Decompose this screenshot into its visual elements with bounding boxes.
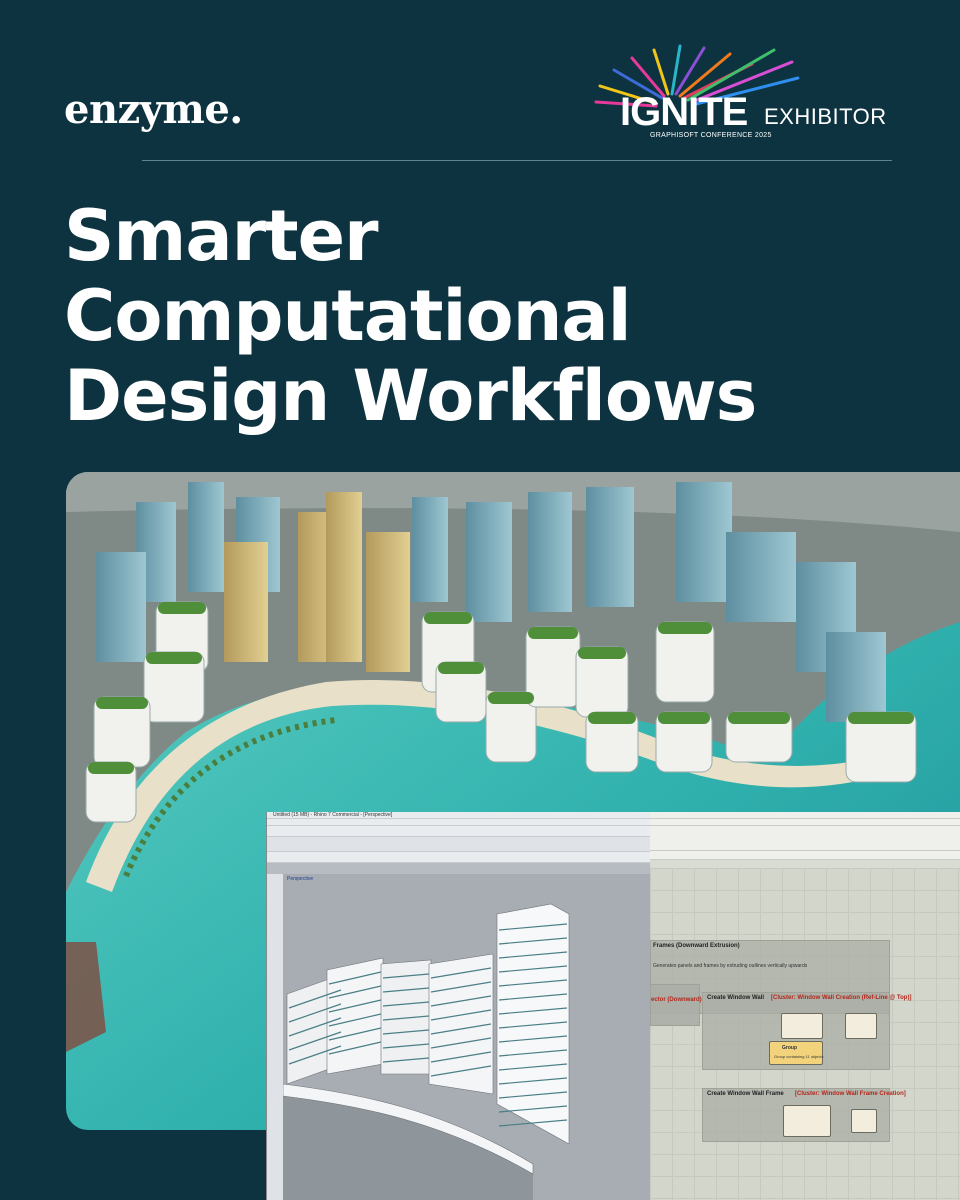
gh-node[interactable] (851, 1109, 877, 1133)
gh-node[interactable] (845, 1013, 877, 1039)
gh-group-node[interactable]: Group Group containing 11 objects (769, 1041, 824, 1065)
gh-node[interactable] (783, 1105, 831, 1137)
rhino-menubar (267, 819, 651, 826)
gh-group-window-wall: Create Window Wall [Cluster: Window Wall… (702, 992, 911, 1070)
rhino-tab-bar (267, 852, 651, 863)
gh-group-note: Generates panels and frames by extruding… (653, 963, 808, 969)
grasshopper-window: Frames (Downward Extrusion) Generates pa… (650, 812, 960, 1200)
headline-line-1: Smarter (64, 195, 379, 277)
headline-line-2: Computational (64, 275, 632, 357)
viewport-label: Perspective (287, 876, 314, 882)
rhino-command-area (267, 837, 651, 852)
gh-node-vector: ector (Downward) (650, 984, 702, 1026)
gh-node[interactable] (781, 1013, 823, 1039)
gh-group-title: Frames (Downward Extrusion) (653, 943, 740, 949)
gh-menubar (650, 819, 960, 826)
rhino-window: Untitled (15 MB) - Rhino 7 Commercial - … (266, 812, 651, 1200)
rhino-perspective-viewport[interactable]: Perspective (282, 874, 651, 1200)
gh-titlebar (650, 812, 960, 819)
headline-line-3: Design Workflows (64, 355, 757, 437)
massing-model (282, 903, 570, 1200)
rhino-side-toolbar[interactable] (267, 874, 283, 1200)
ignite-exhibitor-badge: IGNITE GRAPHISOFT CONFERENCE 2025 EXHIBI… (592, 40, 902, 150)
ignite-subtitle: GRAPHISOFT CONFERENCE 2025 (650, 132, 772, 139)
enzyme-logo: enzyme. (64, 86, 243, 133)
header-divider (142, 160, 892, 161)
ignite-wordmark: IGNITE (620, 90, 748, 134)
rhino-title: Untitled (15 MB) - Rhino 7 Commercial - … (267, 812, 651, 819)
gh-canvas[interactable]: Frames (Downward Extrusion) Generates pa… (650, 868, 960, 1200)
rhino-toolbar (267, 826, 651, 837)
headline: Smarter Computational Design Workflows (64, 195, 757, 437)
gh-component-tabs[interactable] (650, 826, 960, 851)
exhibitor-label: EXHIBITOR (764, 104, 887, 129)
gh-group-window-frame: Create Window Wall Frame [Cluster: Windo… (702, 1088, 906, 1142)
gh-canvas-toolbar (650, 851, 960, 860)
